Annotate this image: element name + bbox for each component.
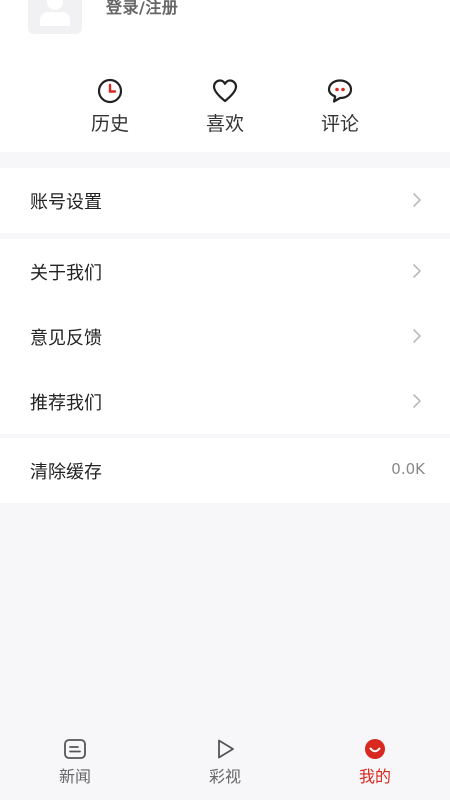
news-icon (64, 739, 86, 759)
chevron-right-icon (413, 193, 421, 207)
about-us-row[interactable]: 关于我们 (0, 239, 450, 304)
comment-icon (327, 79, 353, 103)
avatar-head-shape (47, 0, 63, 10)
comment-label: 评论 (320, 113, 359, 135)
history-button[interactable]: 历史 (70, 77, 150, 136)
clock-icon (97, 78, 123, 104)
tab-video[interactable]: 彩视 (185, 738, 265, 787)
like-label: 喜欢 (205, 113, 244, 135)
feedback-label: 意见反馈 (30, 327, 102, 349)
comment-button[interactable]: 评论 (300, 77, 380, 136)
like-button[interactable]: 喜欢 (185, 77, 265, 136)
feedback-row[interactable]: 意见反馈 (0, 304, 450, 369)
quick-actions: 历史 喜欢 评论 (0, 44, 450, 152)
chevron-right-icon (413, 264, 421, 278)
settings-group-info: 关于我们 意见反馈 推荐我们 (0, 239, 450, 434)
avatar-body-shape (40, 12, 70, 26)
settings-group-cache: 清除缓存 0.0K (0, 438, 450, 503)
clear-cache-row[interactable]: 清除缓存 0.0K (0, 438, 450, 503)
heart-icon (212, 79, 238, 103)
tab-news-label: 新闻 (58, 767, 91, 786)
bottom-tab-bar: 新闻 彩视 我的 (0, 730, 450, 800)
cache-size-value: 0.0K (391, 460, 425, 478)
profile-header: 登录/注册 (0, 0, 450, 44)
recommend-us-label: 推荐我们 (30, 392, 102, 414)
tab-news[interactable]: 新闻 (35, 738, 115, 787)
recommend-us-row[interactable]: 推荐我们 (0, 369, 450, 434)
chevron-right-icon (413, 394, 421, 408)
chevron-right-icon (413, 329, 421, 343)
mine-icon (365, 739, 385, 759)
avatar[interactable] (28, 0, 82, 34)
clear-cache-label: 清除缓存 (30, 461, 102, 483)
tab-mine[interactable]: 我的 (335, 738, 415, 787)
settings-group-account: 账号设置 (0, 168, 450, 233)
tab-mine-label: 我的 (358, 767, 391, 786)
play-icon (218, 739, 234, 759)
account-settings-label: 账号设置 (30, 191, 102, 213)
about-us-label: 关于我们 (30, 262, 102, 284)
login-register-link[interactable]: 登录/注册 (106, 0, 178, 18)
account-settings-row[interactable]: 账号设置 (0, 168, 450, 233)
tab-video-label: 彩视 (208, 767, 241, 786)
history-label: 历史 (90, 113, 129, 135)
